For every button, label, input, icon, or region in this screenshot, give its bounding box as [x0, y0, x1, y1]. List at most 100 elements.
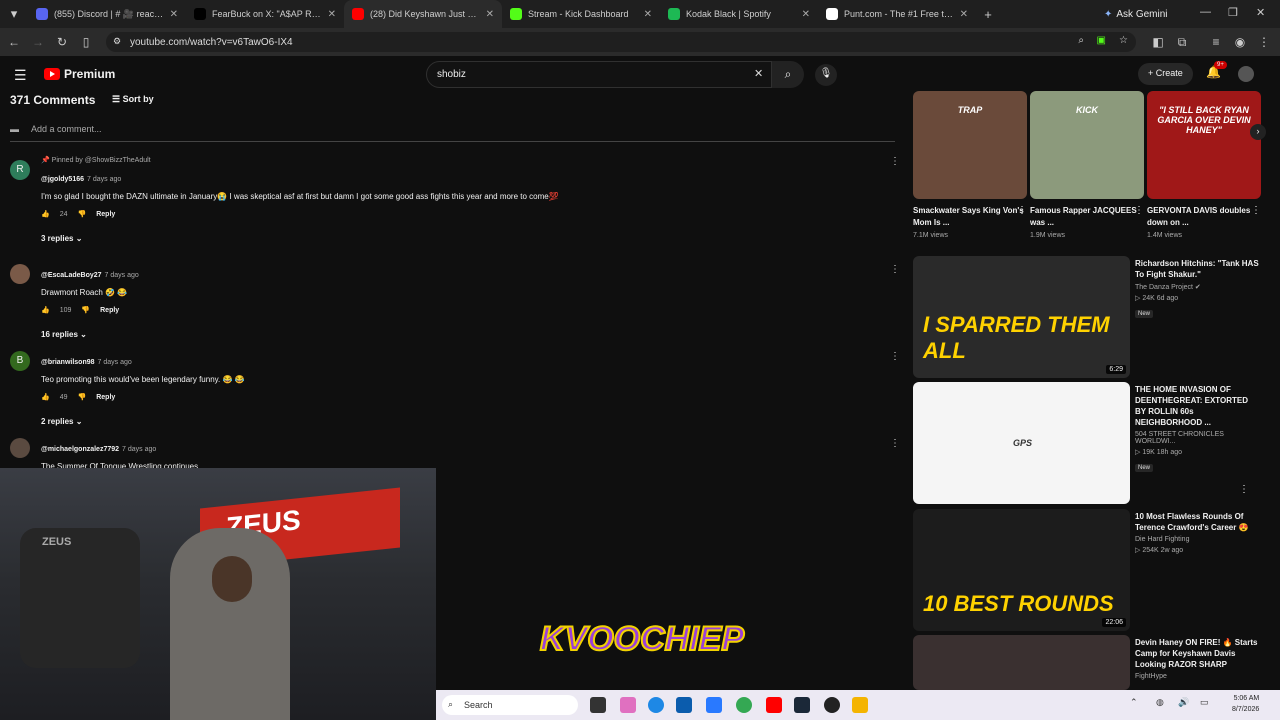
- dislike-icon[interactable]: 👎: [81, 306, 90, 314]
- maximize-button[interactable]: ❐: [1228, 6, 1238, 19]
- commenter-avatar[interactable]: [10, 438, 30, 458]
- channel-name[interactable]: 504 STREET CHRONICLES WORLDWI...: [1135, 431, 1261, 445]
- like-icon[interactable]: 👍: [41, 306, 50, 314]
- file-explorer-icon[interactable]: [852, 697, 868, 713]
- view-replies-button[interactable]: 16 replies ⌄: [41, 330, 881, 339]
- taskbar-clock[interactable]: 5:06 AM 8/7/2026: [1232, 693, 1259, 715]
- obs-icon[interactable]: [824, 697, 840, 713]
- site-info-icon[interactable]: ⚙: [113, 36, 121, 47]
- taskbar-search[interactable]: ⌕ Search: [442, 695, 578, 715]
- store-icon[interactable]: [676, 697, 692, 713]
- browser-tab[interactable]: Stream - Kick Dashboard ✕: [502, 0, 660, 28]
- dislike-icon[interactable]: 👎: [78, 210, 87, 218]
- close-window-button[interactable]: ✕: [1256, 6, 1265, 19]
- new-tab-button[interactable]: +: [976, 7, 1000, 22]
- comment-author[interactable]: @jgoldy5166: [41, 176, 84, 183]
- youtube-app-icon[interactable]: [766, 697, 782, 713]
- like-icon[interactable]: 👍: [41, 210, 50, 218]
- comment-menu-icon[interactable]: ⋮: [890, 156, 900, 167]
- battery-icon[interactable]: ▭: [1200, 697, 1216, 713]
- recommended-video[interactable]: GPS THE HOME INVASION OF DEENTHEGREAT: EX…: [913, 382, 1263, 504]
- browser-tab[interactable]: Punt.com - The #1 Free to Play... ✕: [818, 0, 976, 28]
- add-comment-input[interactable]: ▬ Add a comment...: [10, 124, 895, 142]
- reply-button[interactable]: Reply: [100, 307, 119, 314]
- channel-name[interactable]: Die Hard Fighting: [1135, 536, 1261, 543]
- browser-tab[interactable]: (855) Discord | # 🎥 reactions ✕: [28, 0, 186, 28]
- commenter-avatar[interactable]: R: [10, 160, 30, 180]
- comment-author[interactable]: @michaelgonzalez7792: [41, 446, 119, 453]
- like-icon[interactable]: 👍: [41, 393, 50, 401]
- recommended-video[interactable]: 10 BEST ROUNDS 22:06 10 Most Flawless Roun…: [913, 509, 1263, 631]
- search-button[interactable]: ⌕: [772, 61, 804, 88]
- copilot-icon[interactable]: [620, 697, 636, 713]
- short-menu-icon[interactable]: ⋮: [1134, 205, 1144, 216]
- reload-button[interactable]: ↻: [50, 35, 74, 49]
- tray-chevron-icon[interactable]: ⌃: [1130, 697, 1146, 713]
- short-thumbnail[interactable]: TRAP: [913, 91, 1027, 199]
- commenter-avatar[interactable]: [10, 264, 30, 284]
- search-input[interactable]: shobiz: [426, 61, 772, 88]
- sort-by-button[interactable]: ☰ Sort by: [112, 94, 154, 105]
- volume-icon[interactable]: 🔊: [1178, 697, 1194, 713]
- back-button[interactable]: ←: [2, 35, 26, 49]
- video-title[interactable]: Richardson Hitchins: "Tank HAS To Fight …: [1135, 258, 1261, 280]
- video-title[interactable]: Devin Haney ON FIRE! 🔥 Starts Camp for K…: [1135, 637, 1261, 670]
- account-avatar[interactable]: [1238, 66, 1254, 82]
- hamburger-menu-icon[interactable]: ☰: [14, 67, 27, 84]
- steam-icon[interactable]: [794, 697, 810, 713]
- short-thumbnail[interactable]: "I STILL BACK RYAN GARCIA OVER DEVIN HAN…: [1147, 91, 1261, 199]
- comment-time[interactable]: 7 days ago: [122, 446, 156, 453]
- video-thumbnail[interactable]: [913, 635, 1130, 690]
- tab-menu-icon[interactable]: ▾: [0, 6, 28, 22]
- comment-time[interactable]: 7 days ago: [87, 176, 121, 183]
- bookmark-star-icon[interactable]: ☆: [1119, 35, 1128, 46]
- tab-close-icon[interactable]: ✕: [486, 9, 494, 20]
- reply-button[interactable]: Reply: [96, 394, 115, 401]
- shorts-next-icon[interactable]: ›: [1250, 124, 1266, 140]
- media-icon[interactable]: ≡: [1204, 35, 1228, 49]
- extensions-icon[interactable]: ◧: [1146, 35, 1170, 49]
- settings-icon[interactable]: [706, 697, 722, 713]
- short-title[interactable]: Smackwater Says King Von's Mom Is ...: [913, 205, 1027, 229]
- video-thumbnail[interactable]: GPS: [913, 382, 1130, 504]
- tab-close-icon[interactable]: ✕: [644, 9, 652, 20]
- tab-close-icon[interactable]: ✕: [960, 9, 968, 20]
- short-card[interactable]: TRAP Smackwater Says King Von's Mom Is ..…: [913, 91, 1027, 239]
- minimize-button[interactable]: —: [1200, 6, 1211, 18]
- comment-time[interactable]: 7 days ago: [105, 272, 139, 279]
- short-menu-icon[interactable]: ⋮: [1017, 205, 1027, 216]
- browser-menu-icon[interactable]: ⋮: [1252, 35, 1276, 49]
- task-view-icon[interactable]: [590, 697, 606, 713]
- short-menu-icon[interactable]: ⋮: [1251, 205, 1261, 216]
- short-thumbnail[interactable]: KICK: [1030, 91, 1144, 199]
- video-thumbnail[interactable]: 10 BEST ROUNDS 22:06: [913, 509, 1130, 631]
- video-title[interactable]: 10 Most Flawless Rounds Of Terence Crawf…: [1135, 511, 1261, 533]
- browser-tab[interactable]: FearBuck on X: "A$AP Rocky gives... ✕: [186, 0, 344, 28]
- puzzle-icon[interactable]: ⧉: [1170, 35, 1194, 50]
- comment-author[interactable]: @brianwilson98: [41, 359, 95, 366]
- network-icon[interactable]: ◍: [1156, 697, 1172, 713]
- tab-close-icon[interactable]: ✕: [170, 9, 178, 20]
- sidebar-icon[interactable]: ▯: [74, 35, 98, 49]
- short-title[interactable]: Famous Rapper JACQUEES was ...: [1030, 205, 1144, 229]
- browser-tab[interactable]: Kodak Black | Spotify ✕: [660, 0, 818, 28]
- edge-icon[interactable]: [648, 697, 664, 713]
- tab-close-icon[interactable]: ✕: [328, 9, 336, 20]
- video-menu-icon[interactable]: ⋮: [1239, 484, 1249, 495]
- comment-menu-icon[interactable]: ⋮: [890, 438, 900, 449]
- short-card[interactable]: "I STILL BACK RYAN GARCIA OVER DEVIN HAN…: [1147, 91, 1261, 239]
- short-title[interactable]: GERVONTA DAVIS doubles down on ...: [1147, 205, 1261, 229]
- reply-button[interactable]: Reply: [96, 211, 115, 218]
- comment-author[interactable]: @EscaLadeBoy27: [41, 272, 102, 279]
- video-title[interactable]: THE HOME INVASION OF DEENTHEGREAT: EXTOR…: [1135, 384, 1261, 428]
- recommended-video[interactable]: I SPARRED THEM ALL 6:29 Richardson Hitchin…: [913, 256, 1263, 378]
- clear-search-icon[interactable]: ✕: [754, 67, 763, 80]
- voice-search-icon[interactable]: 🎙: [815, 64, 837, 86]
- comment-menu-icon[interactable]: ⋮: [890, 351, 900, 362]
- comment-menu-icon[interactable]: ⋮: [890, 264, 900, 275]
- view-replies-button[interactable]: 2 replies ⌄: [41, 417, 881, 426]
- address-bar[interactable]: ⚙ youtube.com/watch?v=v6TawO6-IX4 ⌕ ▣ ☆: [106, 32, 1136, 52]
- youtube-logo[interactable]: Premium: [44, 67, 115, 81]
- dislike-icon[interactable]: 👎: [78, 393, 87, 401]
- forward-button[interactable]: →: [26, 35, 50, 49]
